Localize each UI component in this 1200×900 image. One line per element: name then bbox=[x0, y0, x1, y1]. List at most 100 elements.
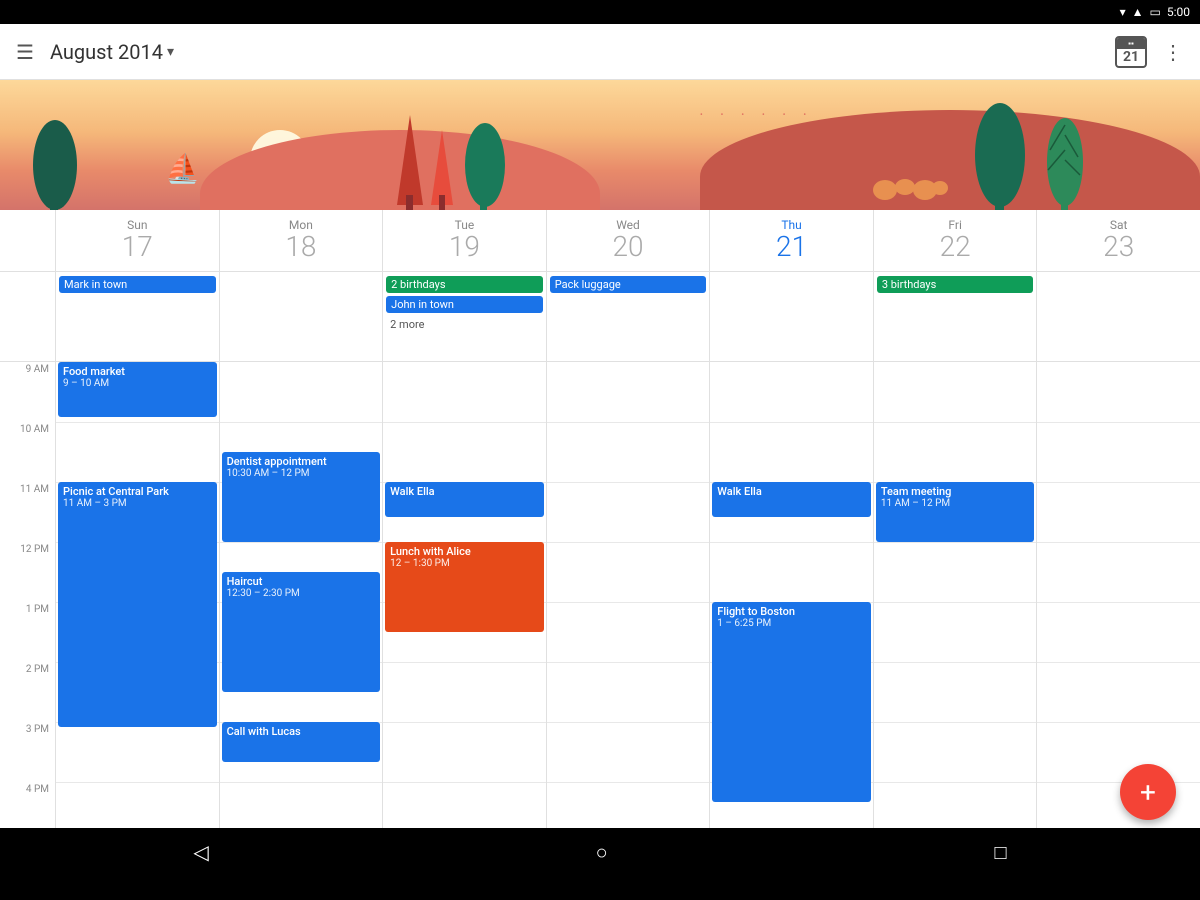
day-col-mon: Dentist appointment 10:30 AM – 12 PM Hai… bbox=[219, 362, 383, 828]
event-haircut[interactable]: Haircut 12:30 – 2:30 PM bbox=[222, 572, 381, 692]
event-title: Call with Lucas bbox=[227, 725, 376, 738]
back-button[interactable]: ◁ bbox=[193, 840, 208, 864]
recent-button[interactable]: □ bbox=[994, 840, 1006, 865]
battery-icon: ▭ bbox=[1150, 5, 1161, 19]
day-header-sat: Sat 23 bbox=[1036, 210, 1200, 271]
hour-line bbox=[1037, 602, 1200, 603]
hour-line bbox=[1037, 422, 1200, 423]
event-2-birthdays-tue[interactable]: 2 birthdays bbox=[386, 276, 543, 293]
hour-line bbox=[383, 722, 546, 723]
calendar-area: Sun 17 Mon 18 Tue 19 Wed 20 Thu 21 Fri 2… bbox=[0, 210, 1200, 828]
day-col-fri: Team meeting 11 AM – 12 PM bbox=[873, 362, 1037, 828]
day-headers: Sun 17 Mon 18 Tue 19 Wed 20 Thu 21 Fri 2… bbox=[0, 210, 1200, 272]
hour-line bbox=[874, 602, 1037, 603]
day-num-sun: 17 bbox=[60, 232, 215, 263]
event-food-market[interactable]: Food market 9 – 10 AM bbox=[58, 362, 217, 417]
hour-line bbox=[710, 542, 873, 543]
calendar-date: 21 bbox=[1123, 49, 1139, 65]
event-title: Lunch with Alice bbox=[390, 545, 539, 558]
event-title: Team meeting bbox=[881, 485, 1030, 498]
allday-row: Mark in town 2 birthdays John in town 2 … bbox=[0, 272, 1200, 362]
event-title: Flight to Boston bbox=[717, 605, 866, 618]
time-2pm: 2 PM bbox=[0, 662, 55, 722]
day-col-sun: Food market 9 – 10 AM Picnic at Central … bbox=[55, 362, 219, 828]
event-call-lucas[interactable]: Call with Lucas bbox=[222, 722, 381, 762]
time-10am: 10 AM bbox=[0, 422, 55, 482]
day-col-tue: Walk Ella Lunch with Alice 12 – 1:30 PM bbox=[382, 362, 546, 828]
event-title: Picnic at Central Park bbox=[63, 485, 212, 498]
day-header-thu: Thu 21 bbox=[709, 210, 873, 271]
month-title[interactable]: August 2014 ▾ bbox=[50, 40, 174, 64]
time-gutter: 9 AM 10 AM 11 AM 12 PM 1 PM 2 PM 3 PM 4 … bbox=[0, 362, 55, 828]
tree-orange-left bbox=[395, 115, 425, 210]
event-title: Haircut bbox=[227, 575, 376, 588]
hour-line bbox=[220, 782, 383, 783]
time-12pm: 12 PM bbox=[0, 542, 55, 602]
signal-icon: ▲ bbox=[1132, 5, 1144, 19]
top-bar-right: ▪▪ 21 ⋮ bbox=[1115, 36, 1184, 68]
hour-line bbox=[874, 722, 1037, 723]
dots-decoration: • • • • • • bbox=[700, 110, 814, 119]
more-link-tue[interactable]: 2 more bbox=[386, 318, 543, 331]
event-picnic[interactable]: Picnic at Central Park 11 AM – 3 PM bbox=[58, 482, 217, 727]
allday-tue: 2 birthdays John in town 2 more bbox=[382, 272, 546, 361]
event-title: Walk Ella bbox=[717, 485, 866, 498]
allday-wed: Pack luggage bbox=[546, 272, 710, 361]
hour-line bbox=[220, 422, 383, 423]
status-bar: ▾ ▲ ▭ 5:00 bbox=[0, 0, 1200, 24]
event-title: Dentist appointment bbox=[227, 455, 376, 468]
hour-line bbox=[710, 422, 873, 423]
time-9am: 9 AM bbox=[0, 362, 55, 422]
event-pack-luggage[interactable]: Pack luggage bbox=[550, 276, 707, 293]
event-flight-boston[interactable]: Flight to Boston 1 – 6:25 PM bbox=[712, 602, 871, 802]
hour-line bbox=[547, 662, 710, 663]
hour-line bbox=[56, 782, 219, 783]
hour-line bbox=[874, 542, 1037, 543]
day-num-thu: 21 bbox=[714, 232, 869, 263]
event-mark-in-town[interactable]: Mark in town bbox=[59, 276, 216, 293]
event-3-birthdays-fri[interactable]: 3 birthdays bbox=[877, 276, 1034, 293]
allday-gutter bbox=[0, 272, 55, 361]
time-11am: 11 AM bbox=[0, 482, 55, 542]
tree-right-tall bbox=[970, 100, 1030, 210]
hour-line bbox=[1037, 542, 1200, 543]
tree-orange-right bbox=[430, 130, 455, 210]
bottom-nav: ◁ ○ □ bbox=[0, 828, 1200, 876]
day-num-sat: 23 bbox=[1041, 232, 1196, 263]
time-gutter-header bbox=[0, 210, 55, 271]
event-time: 12 – 1:30 PM bbox=[390, 558, 539, 569]
allday-sat bbox=[1036, 272, 1200, 361]
home-button[interactable]: ○ bbox=[596, 840, 608, 865]
day-num-wed: 20 bbox=[551, 232, 706, 263]
tree-right-leaf bbox=[1040, 115, 1090, 210]
event-john-in-town[interactable]: John in town bbox=[386, 296, 543, 313]
day-num-fri: 22 bbox=[878, 232, 1033, 263]
event-team-meeting[interactable]: Team meeting 11 AM – 12 PM bbox=[876, 482, 1035, 542]
calendar-icon-top: ▪▪ bbox=[1117, 38, 1145, 49]
hour-line bbox=[1037, 482, 1200, 483]
hour-line bbox=[1037, 722, 1200, 723]
top-bar: ☰ August 2014 ▾ ▪▪ 21 ⋮ bbox=[0, 24, 1200, 80]
app-container: ☰ August 2014 ▾ ▪▪ 21 ⋮ ⛵ bbox=[0, 24, 1200, 876]
hour-line bbox=[547, 722, 710, 723]
hour-line bbox=[547, 422, 710, 423]
menu-icon[interactable]: ☰ bbox=[16, 40, 34, 64]
time-4pm: 4 PM bbox=[0, 782, 55, 828]
event-title: Food market bbox=[63, 365, 212, 378]
event-lunch-alice[interactable]: Lunch with Alice 12 – 1:30 PM bbox=[385, 542, 544, 632]
hour-line bbox=[547, 542, 710, 543]
event-dentist[interactable]: Dentist appointment 10:30 AM – 12 PM bbox=[222, 452, 381, 542]
status-time: 5:00 bbox=[1167, 5, 1190, 19]
more-options-icon[interactable]: ⋮ bbox=[1163, 40, 1184, 64]
day-header-tue: Tue 19 bbox=[382, 210, 546, 271]
today-button[interactable]: ▪▪ 21 bbox=[1115, 36, 1147, 68]
boat-decoration: ⛵ bbox=[165, 152, 200, 185]
allday-mon bbox=[219, 272, 383, 361]
event-time: 9 – 10 AM bbox=[63, 378, 212, 389]
hour-line bbox=[874, 662, 1037, 663]
hour-line bbox=[874, 782, 1037, 783]
event-walk-ella-thu[interactable]: Walk Ella bbox=[712, 482, 871, 517]
event-time: 10:30 AM – 12 PM bbox=[227, 468, 376, 479]
fab-add-event[interactable]: + bbox=[1120, 764, 1176, 820]
event-walk-ella-tue[interactable]: Walk Ella bbox=[385, 482, 544, 517]
